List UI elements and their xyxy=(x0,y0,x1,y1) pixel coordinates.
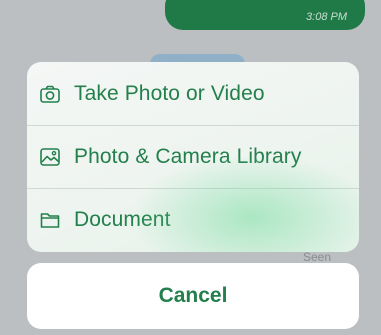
seen-indicator: Seen xyxy=(303,250,332,264)
cancel-button[interactable]: Cancel xyxy=(27,263,359,329)
photo-camera-library-button[interactable]: Photo & Camera Library xyxy=(27,125,359,188)
take-photo-or-video-button[interactable]: Take Photo or Video xyxy=(27,62,359,125)
document-button[interactable]: Document xyxy=(27,188,359,251)
photo-camera-library-label: Photo & Camera Library xyxy=(74,145,302,168)
attachment-action-sheet: Take Photo or Video Photo & Camera Libra… xyxy=(27,62,359,252)
folder-icon xyxy=(39,209,61,231)
take-photo-or-video-label: Take Photo or Video xyxy=(74,81,265,105)
message-timestamp: 3:08 PM xyxy=(306,11,347,23)
sent-message-bubble[interactable]: 3:08 PM xyxy=(165,0,365,30)
document-label: Document xyxy=(74,208,171,231)
photo-library-icon xyxy=(39,146,61,168)
cancel-label: Cancel xyxy=(158,284,228,307)
camera-icon xyxy=(39,83,61,105)
